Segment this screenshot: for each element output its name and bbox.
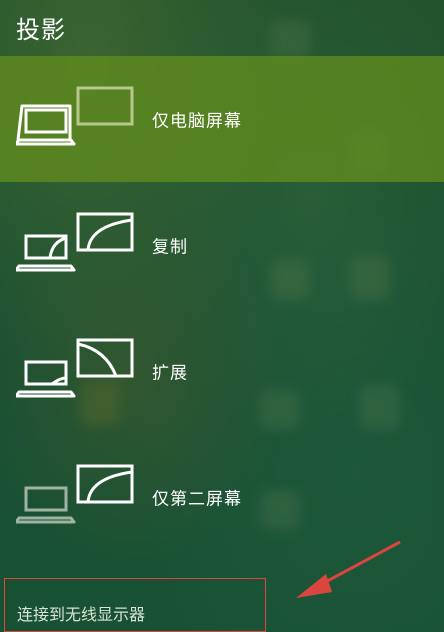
option-pc-screen-only[interactable]: 仅电脑屏幕 — [0, 56, 444, 182]
option-label: 仅电脑屏幕 — [152, 111, 242, 132]
option-label: 复制 — [152, 237, 188, 258]
connect-label: 连接到无线显示器 — [17, 605, 146, 624]
connect-wireless-display-button[interactable]: 连接到无线显示器 — [4, 578, 266, 632]
panel-title: 投影 — [16, 16, 66, 44]
annotation-arrow-icon — [296, 540, 401, 598]
option-label: 仅第二屏幕 — [152, 489, 242, 510]
pc-screen-only-icon — [14, 82, 136, 152]
extend-icon — [14, 334, 136, 404]
option-label: 扩展 — [152, 363, 188, 384]
option-duplicate[interactable]: 复制 — [0, 182, 444, 308]
option-extend[interactable]: 扩展 — [0, 308, 444, 434]
duplicate-icon — [14, 208, 136, 278]
second-screen-only-icon — [14, 460, 136, 530]
